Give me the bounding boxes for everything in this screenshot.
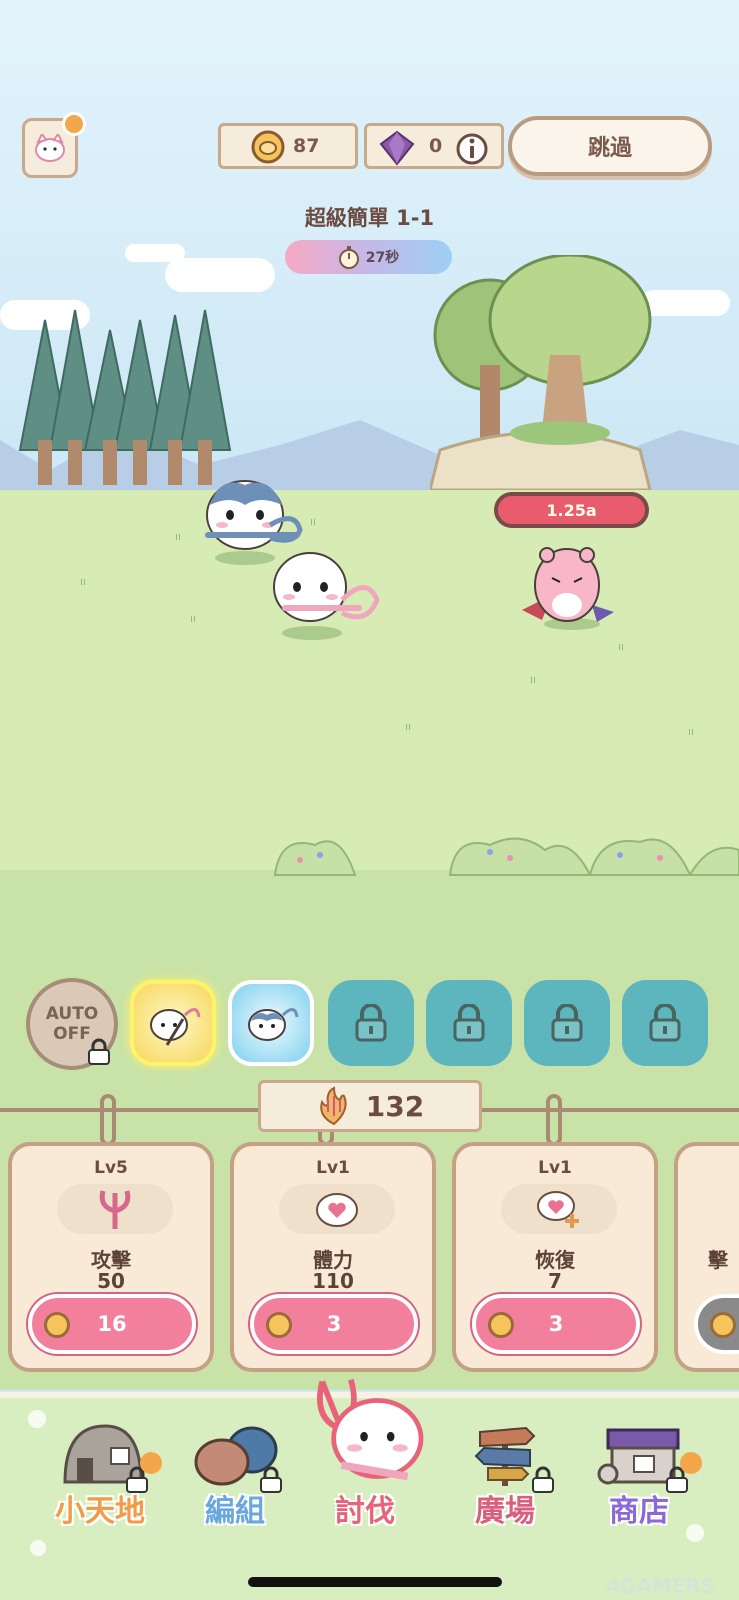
card-value: 110 bbox=[312, 1269, 354, 1293]
chiikawa-character bbox=[273, 552, 380, 640]
nav-label: 討伐 bbox=[335, 1494, 395, 1529]
upgrade-card-hp: Lv1 體力 110 3 bbox=[230, 1142, 436, 1372]
cat-face-icon bbox=[35, 134, 65, 162]
upgrade-cost: 3 bbox=[548, 1312, 564, 1336]
skill-slot-locked[interactable] bbox=[622, 980, 708, 1066]
lock-icon bbox=[260, 1466, 282, 1493]
lock-icon bbox=[551, 1004, 583, 1042]
grass-tuft: ıı bbox=[190, 612, 197, 625]
gem-amount: 0 bbox=[429, 135, 443, 157]
stopwatch-icon bbox=[338, 246, 359, 269]
home-indicator[interactable] bbox=[248, 1577, 502, 1587]
coin-icon bbox=[710, 1312, 736, 1338]
upgrade-button-hp[interactable]: 3 bbox=[250, 1294, 418, 1354]
battle-icon bbox=[317, 1378, 424, 1481]
upgrade-cost: 16 bbox=[97, 1312, 127, 1336]
upgrade-button-attack[interactable]: 16 bbox=[28, 1294, 196, 1354]
card-icon-frame bbox=[279, 1184, 395, 1234]
card-icon-frame bbox=[501, 1184, 617, 1234]
chiikawa-weapon-icon bbox=[150, 1008, 201, 1046]
timer-text: 27秒 bbox=[365, 250, 400, 266]
flame-trident-icon bbox=[320, 1086, 347, 1126]
upgrade-card-attack: Lv5 攻擊 50 16 bbox=[8, 1142, 214, 1372]
grass-tuft: ıı bbox=[530, 673, 537, 686]
nav-label: 編組 bbox=[205, 1494, 265, 1529]
card-value: 50 bbox=[97, 1269, 125, 1293]
coin-icon bbox=[44, 1312, 70, 1338]
defeat-counter: 132 bbox=[258, 1080, 482, 1132]
clothespin bbox=[546, 1094, 562, 1146]
cloud bbox=[165, 258, 275, 292]
grass-tuft: ıı bbox=[618, 640, 625, 653]
heart-face-icon bbox=[316, 1193, 358, 1227]
skill-slot-locked[interactable] bbox=[328, 980, 414, 1066]
coin-icon bbox=[251, 130, 285, 164]
info-icon[interactable] bbox=[455, 132, 489, 166]
notification-dot bbox=[680, 1452, 702, 1474]
nav-item-battle[interactable]: 討伐 bbox=[290, 1372, 440, 1530]
card-name: 擊 bbox=[708, 1248, 728, 1272]
notification-dot bbox=[140, 1452, 162, 1474]
card-value: 7 bbox=[548, 1269, 562, 1293]
stage-title: 超級簡單 1-1 bbox=[304, 206, 435, 230]
grass-tuft: ıı bbox=[80, 575, 87, 588]
coin-counter: 87 bbox=[218, 123, 358, 169]
card-level: Lv5 bbox=[94, 1158, 128, 1178]
heart-plus-icon bbox=[537, 1191, 579, 1228]
clothespin bbox=[100, 1094, 116, 1146]
coin-icon bbox=[266, 1312, 292, 1338]
card-level: Lv1 bbox=[316, 1158, 350, 1178]
enemy-hp-bar: 1.25a bbox=[494, 492, 649, 528]
watermark: 4GAMERS bbox=[606, 1574, 716, 1598]
defeat-count: 132 bbox=[365, 1089, 425, 1123]
upgrade-card-recovery: Lv1 恢復 7 3 bbox=[452, 1142, 658, 1372]
bushes bbox=[273, 837, 739, 876]
skill-slot-hachiware[interactable] bbox=[228, 980, 314, 1066]
big-tree bbox=[430, 255, 652, 490]
skill-slot-locked[interactable] bbox=[426, 980, 512, 1066]
auto-label: AUTO bbox=[45, 1003, 99, 1024]
lock-icon bbox=[355, 1004, 387, 1042]
grass-tuft: ıı bbox=[405, 720, 412, 733]
upgrade-button-recovery[interactable]: 3 bbox=[472, 1294, 640, 1354]
skill-slot-locked[interactable] bbox=[524, 980, 610, 1066]
lock-icon bbox=[453, 1004, 485, 1042]
grass-tuft: ıı bbox=[310, 515, 317, 528]
coin-icon bbox=[488, 1312, 514, 1338]
upgrade-card-partial: 擊 bbox=[674, 1142, 739, 1372]
hachiware-weapon-icon bbox=[248, 1008, 299, 1041]
grass-tuft: ıı bbox=[175, 530, 182, 543]
lock-icon bbox=[532, 1466, 554, 1493]
forest bbox=[18, 309, 232, 485]
grass-tuft: ıı bbox=[688, 725, 695, 738]
lock-icon bbox=[88, 1038, 110, 1065]
flower-decoration bbox=[30, 1540, 46, 1556]
notification-dot bbox=[62, 112, 86, 136]
upgrade-cost: 3 bbox=[326, 1312, 342, 1336]
gem-icon bbox=[379, 130, 415, 166]
coin-amount: 87 bbox=[293, 135, 320, 157]
card-icon-frame bbox=[57, 1184, 173, 1234]
skip-button[interactable]: 跳過 bbox=[508, 116, 712, 176]
upgrade-button-disabled[interactable] bbox=[694, 1294, 739, 1354]
lock-icon bbox=[649, 1004, 681, 1042]
nav-label: 商店 bbox=[609, 1494, 669, 1529]
card-level: Lv1 bbox=[538, 1158, 572, 1178]
stage-timer: 27秒 bbox=[285, 240, 452, 274]
trident-icon bbox=[99, 1190, 131, 1229]
skill-slot-chiikawa[interactable] bbox=[130, 980, 216, 1066]
pink-enemy-character[interactable] bbox=[522, 540, 617, 635]
gem-counter: 0 bbox=[364, 123, 504, 169]
nav-label: 廣場 bbox=[475, 1494, 535, 1529]
